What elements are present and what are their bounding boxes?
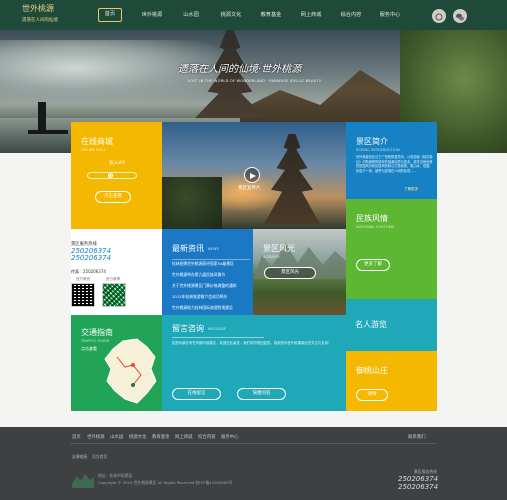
top-nav-bar — [0, 0, 507, 30]
fax-number: 传真：250206374 — [71, 269, 106, 274]
footer-link[interactable]: 综合内容 — [198, 434, 216, 440]
message-text: 如您对景区有任何疑问或建议，欢迎在此留言，我们将尽快回复您。感谢您对世外桃源景区… — [172, 341, 332, 345]
scenic-intro-tile: 景区简介 SCENIC INTRODUCTION 世外桃源景区位于广西阳朔县境内… — [346, 122, 437, 199]
traffic-guide-tile: 交通指南 TRAFFIC GUIDE 点击查看 — [71, 315, 162, 411]
news-item[interactable]: 关于世外桃源景区门票价格调整的通知 — [172, 283, 250, 289]
nav-item-general[interactable]: 综合内容 — [336, 11, 366, 23]
footer-hotline-1: 250206374 — [398, 475, 439, 483]
news-item[interactable]: 世外桃源举办第九届民族风情节 — [172, 272, 250, 278]
footer-set-homepage[interactable]: 设为首页 — [92, 454, 107, 460]
intro-text: 世外桃源景区位于广西阳朔县境内，以电影版《桃花源记》中陶渊明所描写的桃源仙境为蓝… — [356, 155, 433, 173]
famous-visitors-tile[interactable]: 名人游览 — [346, 299, 437, 351]
weibo-qr-code — [102, 283, 126, 307]
promo-video-tile[interactable]: 景区宣传片 — [162, 122, 346, 229]
footer-contact-link[interactable]: 联系我们 — [408, 434, 426, 440]
footer-link[interactable]: 服务中心 — [221, 434, 239, 440]
message-subtitle: MESSAGE — [208, 327, 226, 331]
scenery-subtitle: SCENERY — [263, 255, 280, 259]
qr-label-weibo: 官方微博 — [106, 277, 120, 281]
intro-title: 景区简介 — [356, 137, 388, 146]
ethnic-title: 民族风情 — [356, 214, 388, 223]
footer-link[interactable]: 首页 — [72, 434, 81, 440]
play-icon[interactable] — [244, 167, 260, 183]
wechat-qr-code — [71, 283, 95, 307]
weibo-icon[interactable] — [432, 9, 446, 23]
news-title: 最新资讯 — [172, 244, 204, 253]
footer-link[interactable]: 网上商城 — [175, 434, 193, 440]
famous-title: 名人游览 — [355, 320, 387, 329]
logo-tagline: 遗落在人间的仙境 — [22, 18, 58, 23]
news-tile: 最新资讯 NEWS 桂林阳朔世外桃源获评国家5A级景区 世外桃源举办第九届民族风… — [162, 229, 253, 315]
site-logo[interactable]: 世外桃源 遗落在人间的仙境 — [22, 3, 70, 27]
footer-link[interactable]: 桃源文化 — [129, 434, 147, 440]
online-mall-subtitle: ONLINE MALL — [81, 148, 107, 152]
hero-slogan-english: LOST IN THE WORLD OF WONDERLAND · PARADI… — [188, 79, 322, 83]
footer-link[interactable]: 世外桃源 — [87, 434, 105, 440]
footer-link[interactable]: 山水园 — [110, 434, 123, 440]
news-item[interactable]: 2015年桂林旅游推介会成功举办 — [172, 294, 250, 300]
online-message-button[interactable]: 在线留言 — [172, 388, 221, 400]
quantity-value: 0 — [108, 173, 113, 178]
ethnic-customs-tile: 民族风情 NATIONAL CUSTOMS 更多了解 — [346, 199, 437, 299]
intro-more-link[interactable]: 了解更多 — [404, 187, 418, 192]
news-item[interactable]: 世外桃源助力桂林国际旅游胜地建设 — [172, 305, 250, 311]
nav-item-culture[interactable]: 桃源文化 — [216, 11, 246, 23]
scenery-button[interactable]: 景区风光 — [264, 267, 316, 279]
news-item[interactable]: 桂林阳朔世外桃源获评国家5A级景区 — [172, 261, 250, 267]
region-map-icon[interactable] — [103, 337, 158, 405]
message-title: 留言咨询 — [172, 324, 204, 333]
nav-item-home[interactable]: 首页 — [98, 10, 122, 22]
villa-title: 御桃山庄 — [356, 366, 388, 375]
scenery-title: 景区风光 — [263, 244, 295, 253]
nav-item-online-mall[interactable]: 网上商城 — [296, 11, 326, 23]
logo-title: 世外桃源 — [22, 4, 54, 13]
message-tile: 留言咨询 MESSAGE 如您对景区有任何疑问或建议，欢迎在此留言，我们将尽快回… — [162, 315, 346, 411]
wechat-icon[interactable] — [453, 9, 467, 23]
nav-item-service[interactable]: 服务中心 — [375, 11, 405, 23]
scenery-tile: 景区风光 SCENERY 景区风光 — [253, 229, 346, 315]
news-subtitle: NEWS — [208, 247, 219, 251]
intro-subtitle: SCENIC INTRODUCTION — [356, 148, 400, 152]
hotline-number-2: 250206374 — [71, 254, 112, 262]
ethnic-more-button[interactable]: 更多了解 — [356, 259, 390, 271]
online-mall-tile: 在线商城 ONLINE MALL 加入VIP 0 点击查看 — [71, 122, 162, 229]
nav-item-education-fund[interactable]: 教育基金 — [256, 11, 286, 23]
villa-details-button[interactable]: 详情 — [356, 389, 388, 401]
quick-qa-button[interactable]: 快捷问答 — [237, 388, 286, 400]
nav-item-paradise[interactable]: 世外桃源 — [137, 11, 167, 23]
ethnic-subtitle: NATIONAL CUSTOMS — [356, 225, 395, 229]
footer-copyright: Copyright © 2015 世外桃源景区 All Rights Reser… — [98, 480, 233, 485]
footer-logo — [72, 472, 94, 488]
online-mall-title: 在线商城 — [81, 137, 113, 146]
footer-link[interactable]: 教育基金 — [152, 434, 170, 440]
vip-label: 加入VIP — [109, 161, 126, 166]
nav-item-landscape[interactable]: 山水园 — [178, 11, 204, 23]
traffic-view-link[interactable]: 点击查看 — [81, 346, 97, 352]
contact-info-tile: 景区服务热线 250206374 250206374 传真：250206374 … — [71, 229, 162, 315]
footer-address: 地址：桂林市阳朔县 — [98, 473, 133, 478]
villa-tile: 御桃山庄 详情 — [346, 351, 437, 411]
hero-slogan: 遗落在人间的仙境·世外桃源 — [178, 64, 302, 75]
online-mall-view-button[interactable]: 点击查看 — [95, 191, 131, 203]
qr-label-wechat: 官方微信 — [76, 277, 90, 281]
footer-hotline-2: 250206374 — [398, 483, 439, 491]
video-caption: 景区宣传片 — [238, 186, 261, 191]
footer-friend-links[interactable]: 友情链接 — [72, 454, 87, 460]
